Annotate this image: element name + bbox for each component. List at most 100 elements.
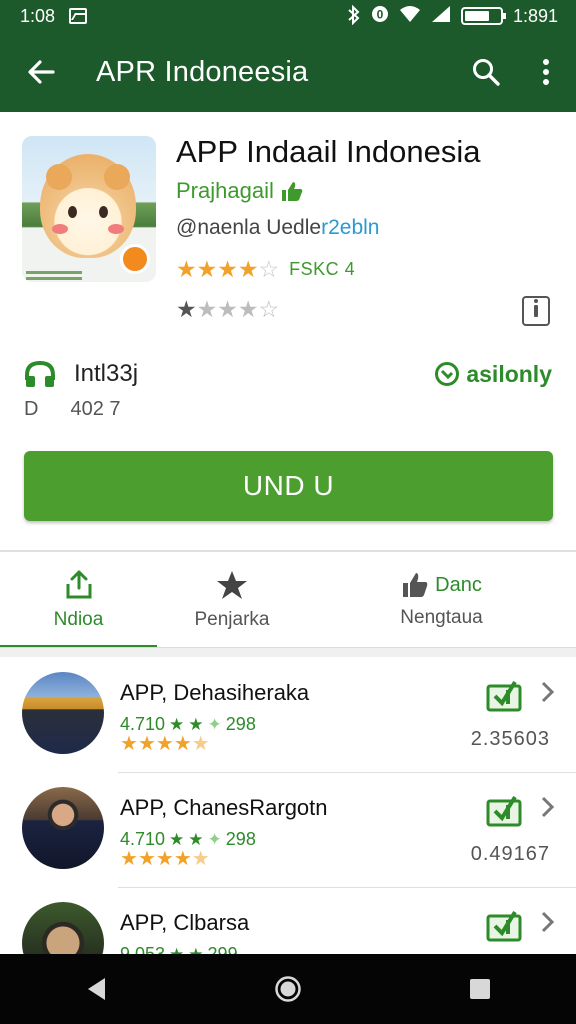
search-icon	[473, 59, 500, 86]
app-badge-icon	[120, 244, 150, 274]
secondary-stat-icon: D	[24, 398, 39, 420]
star-icon: ★	[196, 256, 218, 282]
star-icon: ★	[169, 714, 185, 734]
list-item-name: APP, ChanesRargotn	[120, 795, 328, 820]
downloads-label: Intl33j	[74, 360, 139, 387]
wifi-icon	[399, 5, 421, 28]
tabs-shadow	[0, 647, 576, 657]
star-outline-icon: ✦	[207, 829, 222, 849]
info-icon	[534, 299, 538, 317]
status-label: asilonly	[466, 360, 552, 387]
list-item-size: 0.49167	[470, 843, 550, 865]
app-bar-title: APR Indoneesia	[96, 55, 309, 88]
list-item-rating-line: 4.710 ★ ★ ✦ 298	[120, 714, 256, 734]
nav-home-button[interactable]	[258, 959, 318, 1019]
back-triangle-icon	[88, 978, 105, 1000]
chevron-right-icon[interactable]	[538, 910, 558, 934]
tab-extra-label: Danc	[435, 573, 482, 596]
nav-recents-button[interactable]	[450, 959, 510, 1019]
share-icon	[66, 570, 91, 599]
install-check-icon[interactable]	[486, 793, 522, 827]
star-outline-icon: ☆	[258, 296, 280, 322]
thumb-up-icon	[403, 573, 428, 597]
list-item[interactable]: APP, Dehasiheraka 4.710 ★ ★ ✦ 298 ★ ★ ★ ★ ★ …	[0, 658, 576, 773]
app-icon	[22, 136, 156, 282]
arrow-left-icon	[28, 60, 55, 84]
rating-stars-primary: ★ ★ ★ ★ ☆	[176, 258, 279, 281]
tab-label: Penjarka	[194, 609, 270, 630]
more-vert-icon	[543, 59, 549, 85]
star-icon: ★	[237, 296, 259, 322]
star-half-icon: ★	[196, 296, 218, 322]
rating-primary: ★ ★ ★ ★ ☆ FSKC 4	[176, 258, 355, 281]
verified-icon	[435, 362, 460, 386]
data-saver-icon: 0	[371, 5, 389, 28]
list-item-rating-line: 4.710 ★ ★ ✦ 298	[120, 829, 256, 849]
tab-ndioa[interactable]: Ndioa	[0, 552, 157, 648]
bluetooth-icon	[347, 4, 361, 28]
status-time: 1:08	[20, 5, 56, 26]
stats-row: Intl33j asilonly	[24, 356, 552, 392]
image-notification-icon	[69, 8, 88, 24]
star-icon: ★	[237, 256, 259, 282]
list-item-size: 2.35603	[470, 728, 550, 750]
tab-label: Ndioa	[53, 609, 104, 630]
app-thumbnail	[22, 902, 104, 954]
developer-link[interactable]: Prajhagail	[176, 178, 304, 204]
secondary-stat-value: 402 7	[70, 398, 121, 420]
status-bar: 1:08 0 1:891	[0, 0, 576, 32]
star-icon: ★	[217, 256, 238, 282]
tab-nengtaua[interactable]: Danc Nengtaua	[307, 552, 576, 648]
stats-secondary: D 402 7	[24, 398, 121, 421]
tab-label: Nengtaua	[400, 607, 483, 628]
star-icon: ★	[169, 829, 185, 849]
chevron-right-icon[interactable]	[538, 795, 558, 819]
list-item-stars: ★ ★ ★ ★ ★	[120, 733, 210, 755]
app-thumbnail	[22, 672, 104, 754]
headphones-icon	[25, 360, 55, 387]
tab-bar: Ndioa Penjarka Danc Nengtaua	[0, 552, 576, 648]
star-icon: ★	[176, 296, 197, 322]
search-button[interactable]	[456, 32, 516, 112]
list-item[interactable]: APP, ChanesRargotn 4.710 ★ ★ ✦ 298 ★ ★ ★ ★ ★…	[0, 773, 576, 888]
star-badge-icon	[217, 571, 247, 599]
info-button[interactable]	[522, 296, 550, 326]
rating-secondary: ★ ★ ★ ★ ☆	[176, 298, 279, 321]
star-icon: ★	[188, 829, 204, 849]
nav-back-button[interactable]	[66, 959, 126, 1019]
list-item-stars: ★ ★ ★ ★ ★	[120, 848, 210, 870]
svg-text:0: 0	[377, 7, 384, 21]
recents-square-icon	[470, 979, 490, 999]
app-bar: APR Indoneesia	[0, 32, 576, 112]
star-icon: ★	[188, 714, 204, 734]
list-item-name: APP, Clbarsa	[120, 910, 250, 935]
install-button[interactable]: UND U	[24, 451, 553, 521]
install-check-icon[interactable]	[486, 908, 522, 942]
app-meta: @naenla Uedler2ebln	[176, 216, 380, 239]
install-check-icon[interactable]	[486, 678, 522, 712]
related-apps-list: APP, Dehasiheraka 4.710 ★ ★ ✦ 298 ★ ★ ★ ★ ★ …	[0, 658, 576, 954]
mascot-image	[40, 154, 136, 258]
home-circle-icon	[275, 976, 301, 1002]
star-icon: ★	[169, 944, 185, 955]
signal-icon	[431, 5, 451, 28]
developer-name: Prajhagail	[176, 178, 274, 203]
chevron-right-icon[interactable]	[538, 680, 558, 704]
star-icon: ★	[176, 256, 197, 282]
battery-icon	[460, 7, 506, 25]
star-icon: ★	[217, 296, 238, 322]
back-button[interactable]	[0, 32, 82, 112]
list-item[interactable]: APP, Clbarsa 9.053 ★ ★ 299	[0, 888, 576, 954]
star-outline-icon: ☆	[258, 256, 280, 282]
status-clock: 1:891	[512, 5, 558, 26]
star-icon: ★	[188, 944, 204, 955]
tab-penjarka[interactable]: Penjarka	[157, 552, 307, 648]
more-options-button[interactable]	[516, 32, 576, 112]
app-title: APP Indaail Indonesia	[176, 134, 481, 169]
screen: 1:08 0 1:891 APR Indoneesia APP Indaail …	[0, 0, 576, 1024]
list-item-rating-line: 9.053 ★ ★ 299	[120, 944, 238, 954]
star-outline-icon: ✦	[207, 714, 222, 734]
system-nav-bar	[0, 954, 576, 1024]
rating-label: FSKC 4	[289, 259, 356, 279]
thumb-up-icon	[281, 182, 303, 201]
